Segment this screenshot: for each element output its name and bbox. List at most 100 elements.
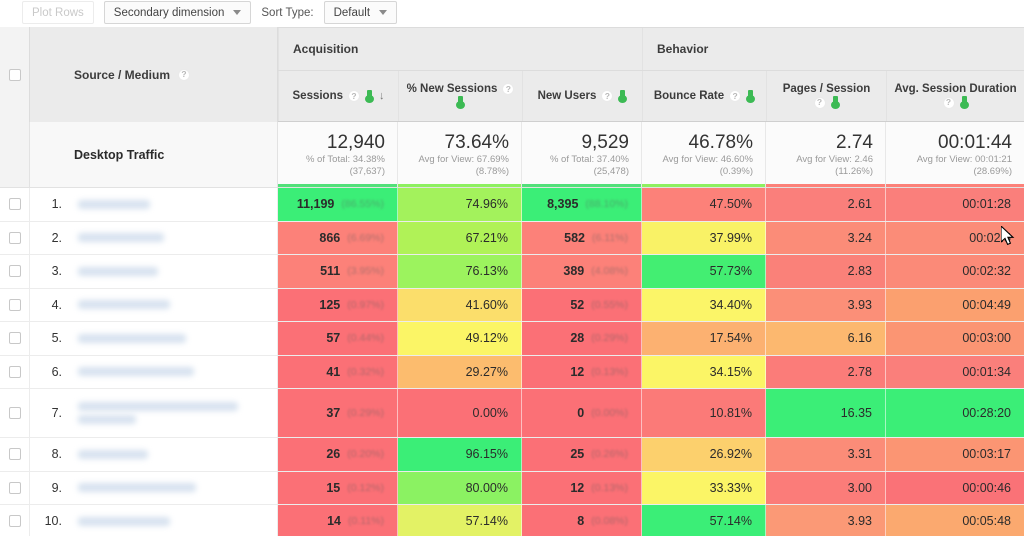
row-checkbox[interactable] [8,481,21,494]
redacted-label [78,333,186,343]
row-checkbox[interactable] [8,231,21,244]
cell-sessions: 15 (0.12%) [278,471,398,504]
table-row[interactable]: 4. 125 (0.97%) 41.60% 52 (0.55%) 34.40% 3.93 00:… [0,288,1024,322]
dimension-header-label: Source / Medium [74,67,171,82]
summary-value: 12,940 [326,132,385,154]
cell-value: 00:03:17 [962,447,1011,462]
table-row[interactable]: 6. 41 (0.32%) 29.27% 12 (0.13%) 34.15% 2.78 00:0… [0,355,1024,389]
row-source-medium[interactable] [70,438,278,471]
secondary-dimension-button[interactable]: Secondary dimension [103,1,252,24]
cell-sessions: 511 (3.95%) [278,255,398,288]
row-source-medium[interactable] [70,389,278,437]
table-row[interactable]: 9. 15 (0.12%) 80.00% 12 (0.13%) 33.33% 3.00 00:0… [0,471,1024,505]
cell-value: 34.15% [709,364,752,379]
help-icon[interactable]: ? [502,83,515,95]
row-checkbox-cell [0,221,30,254]
row-checkbox-cell [0,255,30,288]
row-checkbox-cell [0,355,30,388]
thermometer-icon[interactable] [959,96,969,109]
sort-type-select[interactable]: Default [323,1,398,24]
row-source-medium[interactable] [70,288,278,321]
table-row[interactable]: 2. 866 (6.69%) 67.21% 582 (6.11%) 37.99% 3.24 00… [0,221,1024,255]
cell-percent: (0.55%) [591,298,628,311]
column-header-new-sessions[interactable]: % New Sessions ? [398,71,522,121]
thermometer-icon[interactable] [456,96,465,109]
column-header-pages-session[interactable]: Pages / Session ? [766,71,886,121]
cell-percent: (0.44%) [347,332,384,345]
row-source-medium[interactable] [70,471,278,504]
cell-avg-session-duration: 00:03:17 [886,438,1024,471]
cell-value: 34.40% [709,297,752,312]
row-checkbox[interactable] [8,332,21,345]
cell-percent: (0.26%) [591,448,628,461]
thermometer-icon[interactable] [746,89,756,103]
sort-descending-icon[interactable]: ↓ [379,90,385,102]
row-checkbox[interactable] [8,448,21,461]
cell-value: 52 [570,297,585,312]
summary-note-1: Avg for View: 67.69% [418,153,509,165]
row-source-medium[interactable] [70,505,278,536]
column-header-avg-session-duration[interactable]: Avg. Session Duration ? [886,71,1024,121]
help-icon[interactable]: ? [601,90,614,102]
cell-value: 00:28:20 [962,406,1011,420]
cell-value: 15 [326,480,341,495]
column-header-bounce-rate[interactable]: Bounce Rate ? [642,71,766,121]
summary-note-1: Avg for View: 46.60% [662,153,753,165]
row-checkbox[interactable] [8,407,21,419]
cell-percent: (0.08%) [591,515,628,528]
row-source-medium[interactable] [70,355,278,388]
help-icon[interactable]: ? [348,90,360,102]
row-source-medium[interactable] [70,188,278,221]
table-row[interactable]: 3. 511 (3.95%) 76.13% 389 (4.08%) 57.73% 2.83 00… [0,255,1024,289]
row-checkbox[interactable] [8,198,21,211]
table-row[interactable]: 7. 37 (0.29%) 0.00% 0 (0.00%) 10.81% 16.35 00:28… [0,389,1024,438]
mouse-cursor [1001,226,1015,246]
column-header-avg-session-duration-label: Avg. Session Duration [894,83,1017,95]
cell-value: 37 [326,406,341,420]
cell-value: 57.14% [709,514,752,529]
thermometer-icon[interactable] [830,96,840,109]
cell-value: 29.27% [465,364,508,379]
row-source-medium[interactable] [70,221,278,254]
row-source-medium[interactable] [70,255,278,288]
select-all-checkbox[interactable] [8,68,21,81]
row-checkbox-cell [0,471,30,504]
cell-pages-session: 3.93 [766,288,886,321]
dimension-header[interactable]: Source / Medium ? [30,27,278,122]
summary-cell-bounce-rate: 46.78% Avg for View: 46.60% (0.39%) [642,122,766,187]
help-icon[interactable]: ? [178,68,191,81]
table-row[interactable]: 10. 14 (0.11%) 57.14% 8 (0.08%) 57.14% 3.93 00:0… [0,505,1024,536]
row-checkbox[interactable] [8,298,21,311]
help-icon[interactable]: ? [813,96,826,109]
summary-value: 2.74 [836,132,873,154]
table-row[interactable]: 1. 11,199 (86.55%) 74.96% 8,395 (88.10%) 47.50… [0,188,1024,222]
column-header-sessions[interactable]: Sessions ? ↓ [278,71,398,121]
table-row[interactable]: 8. 26 (0.20%) 96.15% 25 (0.26%) 26.92% 3.31 00:0… [0,438,1024,472]
plot-rows-button[interactable]: Plot Rows [22,1,94,24]
thermometer-icon[interactable] [365,89,374,103]
cell-pages-session: 3.24 [766,221,886,254]
table-row[interactable]: 5. 57 (0.44%) 49.12% 28 (0.29%) 17.54% 6.16 00:0… [0,322,1024,356]
column-header-new-users[interactable]: New Users ? [522,71,642,121]
row-checkbox[interactable] [8,365,21,378]
cell-pages-session: 3.31 [766,438,886,471]
row-checkbox[interactable] [8,265,21,278]
cell-percent: (86.55%) [341,198,384,211]
redacted-label [78,367,194,377]
cell-value: 16.35 [840,406,872,420]
thermometer-icon[interactable] [618,89,628,103]
row-checkbox[interactable] [8,515,21,528]
cell-value: 3.24 [847,230,872,245]
cell-value: 14 [327,514,341,529]
row-source-medium[interactable] [70,322,278,355]
help-icon[interactable]: ? [942,96,955,109]
cell-value: 26 [326,447,341,462]
row-index: 2. [30,221,70,254]
cell-new-users: 8 (0.08%) [522,505,642,536]
cell-value: 582 [564,230,585,245]
plot-rows-label: Plot Rows [32,6,84,19]
cell-sessions: 37 (0.29%) [278,389,398,437]
redacted-label [78,415,136,424]
summary-cell-new-users: 9,529 % of Total: 37.40% (25,478) [522,122,642,187]
help-icon[interactable]: ? [729,90,742,102]
